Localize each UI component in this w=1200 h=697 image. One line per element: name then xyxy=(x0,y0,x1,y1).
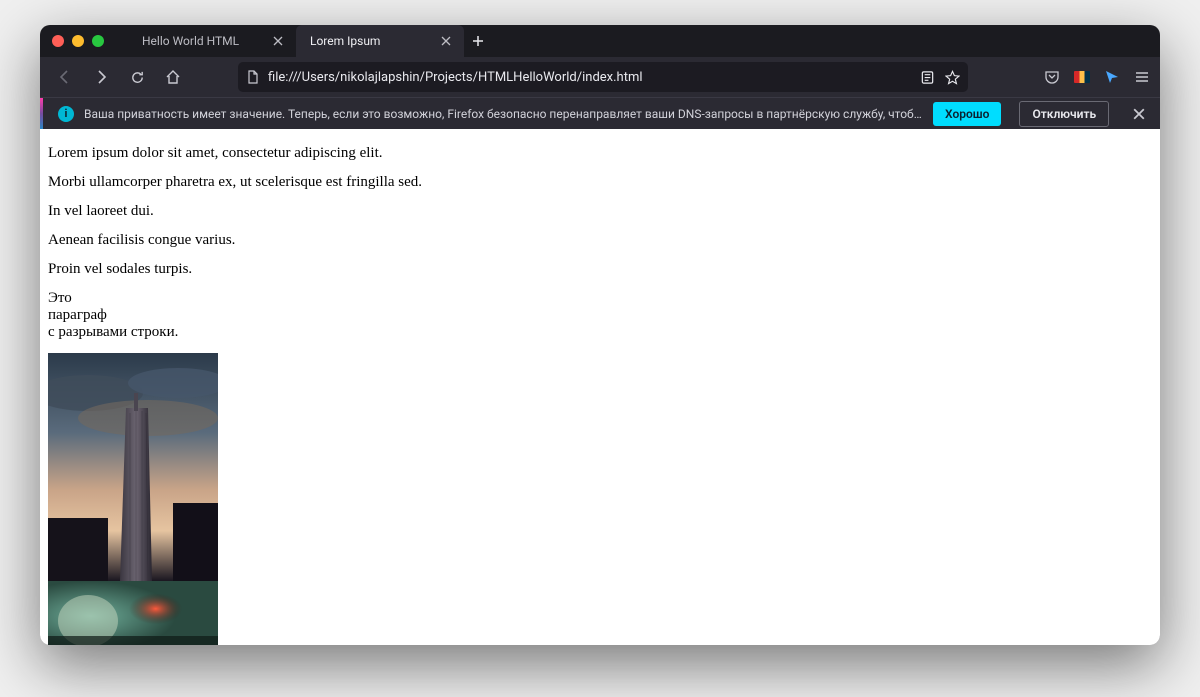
urlbar-actions xyxy=(920,70,960,85)
paragraph: Morbi ullamcorper pharetra ex, ut sceler… xyxy=(48,174,1152,191)
content-image-blur xyxy=(48,581,218,645)
url-bar[interactable]: file:///Users/nikolajlapshin/Projects/HT… xyxy=(238,62,968,92)
line: с разрывами строки. xyxy=(48,324,178,340)
pocket-icon[interactable] xyxy=(1044,69,1060,85)
image-stack xyxy=(48,353,1152,645)
paragraph-multiline: Это параграф с разрывами строки. xyxy=(48,290,1152,341)
paragraph: Lorem ipsum dolor sit amet, consectetur … xyxy=(48,145,1152,162)
minimize-window-button[interactable] xyxy=(72,35,84,47)
app-menu-button[interactable] xyxy=(1134,69,1150,85)
tab-strip: Hello World HTML Lorem Ipsum xyxy=(128,25,492,57)
banner-text: Ваша приватность имеет значение. Теперь,… xyxy=(84,107,923,121)
paragraph: Proin vel sodales turpis. xyxy=(48,261,1152,278)
back-button[interactable] xyxy=(50,62,80,92)
url-text: file:///Users/nikolajlapshin/Projects/HT… xyxy=(268,70,912,85)
bookmark-star-icon[interactable] xyxy=(945,70,960,85)
tab-label: Lorem Ipsum xyxy=(310,34,430,48)
window-controls xyxy=(52,35,104,47)
tab-hello-world[interactable]: Hello World HTML xyxy=(128,25,296,57)
extension-flag-icon[interactable] xyxy=(1074,71,1090,83)
content-image-skyscraper xyxy=(48,353,218,581)
close-tab-icon[interactable] xyxy=(270,33,286,49)
banner-disable-button[interactable]: Отключить xyxy=(1019,101,1109,127)
banner-ok-button[interactable]: Хорошо xyxy=(933,102,1001,126)
titlebar: Hello World HTML Lorem Ipsum xyxy=(40,25,1160,57)
toolbar: file:///Users/nikolajlapshin/Projects/HT… xyxy=(40,57,1160,97)
reload-button[interactable] xyxy=(122,62,152,92)
toolbar-right xyxy=(1044,69,1150,85)
paragraph: In vel laoreet dui. xyxy=(48,203,1152,220)
line: Это xyxy=(48,290,72,306)
line: параграф xyxy=(48,307,107,323)
maximize-window-button[interactable] xyxy=(92,35,104,47)
tab-lorem-ipsum[interactable]: Lorem Ipsum xyxy=(296,25,464,57)
close-tab-icon[interactable] xyxy=(438,33,454,49)
extension-cursor-icon[interactable] xyxy=(1104,69,1120,85)
close-window-button[interactable] xyxy=(52,35,64,47)
home-button[interactable] xyxy=(158,62,188,92)
paragraph: Aenean facilisis congue varius. xyxy=(48,232,1152,249)
reader-mode-icon[interactable] xyxy=(920,70,935,85)
info-icon: i xyxy=(58,106,74,122)
banner-message: Ваша приватность имеет значение. Теперь,… xyxy=(84,107,923,121)
tab-label: Hello World HTML xyxy=(142,34,262,48)
new-tab-button[interactable] xyxy=(464,25,492,57)
notification-banner: i Ваша приватность имеет значение. Тепер… xyxy=(40,97,1160,129)
file-icon xyxy=(246,70,260,84)
page-content: Lorem ipsum dolor sit amet, consectetur … xyxy=(40,129,1160,645)
forward-button[interactable] xyxy=(86,62,116,92)
banner-close-icon[interactable] xyxy=(1129,101,1148,127)
browser-window: Hello World HTML Lorem Ipsum xyxy=(40,25,1160,645)
